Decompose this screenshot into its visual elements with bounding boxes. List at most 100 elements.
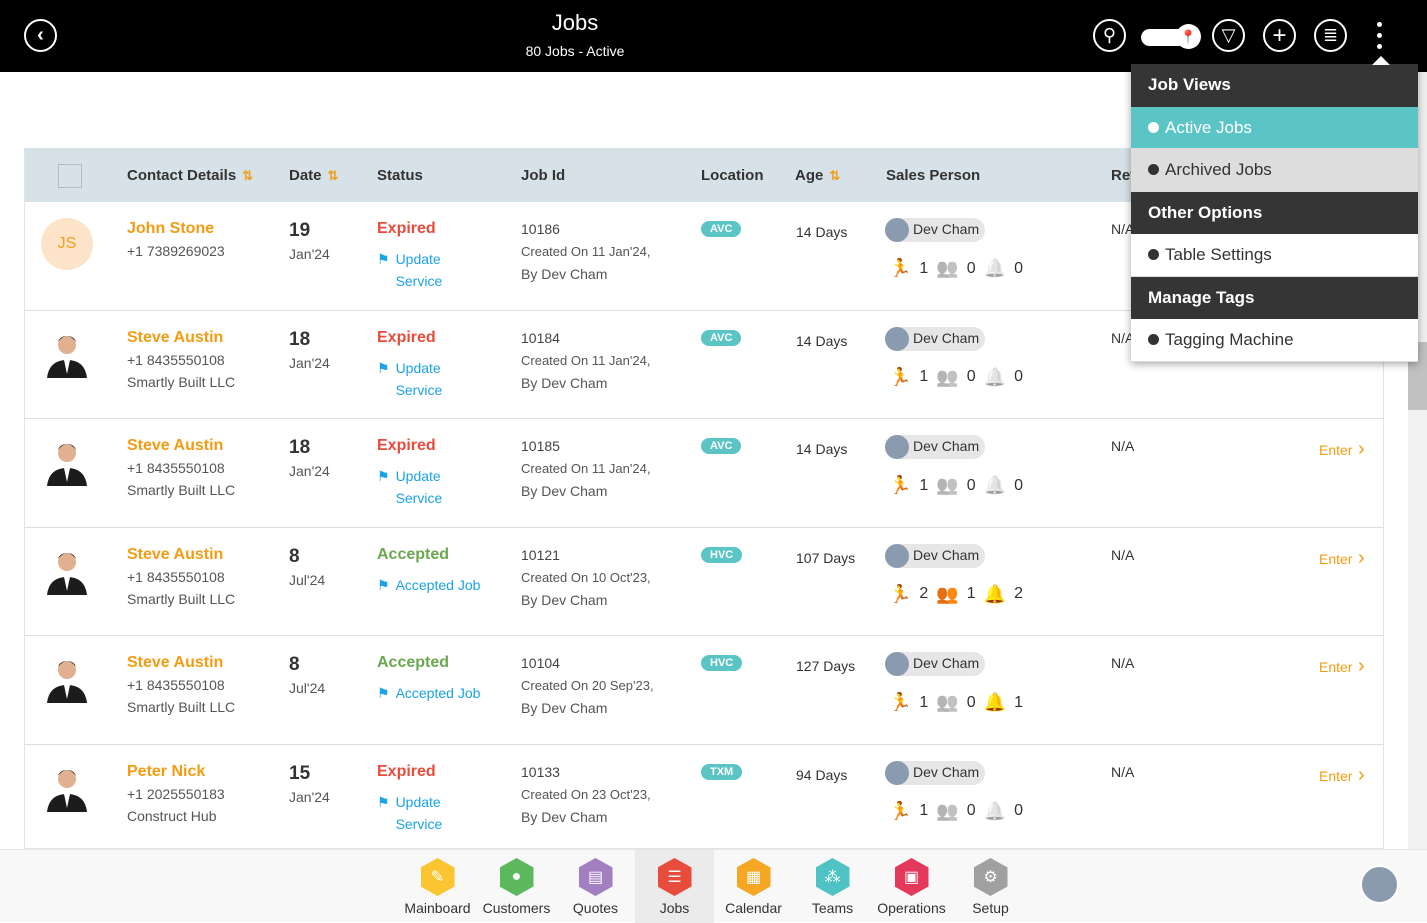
nav-item-jobs[interactable]: ☰ Jobs [635, 850, 714, 923]
job-stats: 🏃 1 👥 0 🔔 1 [889, 692, 1023, 713]
nav-item-mainboard[interactable]: ✎ Mainboard [398, 850, 477, 923]
stat-count: 0 [1014, 259, 1023, 277]
nav-item-setup[interactable]: ⚙ Setup [951, 850, 1030, 923]
add-icon[interactable]: + [1263, 19, 1296, 52]
nav-item-quotes[interactable]: ▤ Quotes [556, 850, 635, 923]
sales-person-name: Dev Cham [913, 221, 980, 237]
job-age: 14 Days [796, 332, 848, 349]
status-action-link[interactable]: ⚑ Update Service [377, 791, 446, 835]
sales-person-chip[interactable]: Dev Cham [885, 760, 986, 785]
more-options-icon[interactable] [1377, 22, 1383, 55]
job-id[interactable]: 10185 [521, 438, 560, 454]
meetings-icon[interactable]: 👥 [936, 367, 958, 388]
job-id[interactable]: 10133 [521, 764, 560, 780]
alerts-icon[interactable]: 🔔 [984, 258, 1006, 279]
meetings-icon[interactable]: 👥 [936, 475, 958, 496]
visits-icon[interactable]: 🏃 [889, 584, 911, 605]
customers-icon: ● [499, 858, 534, 896]
menu-item-active-jobs[interactable]: Active Jobs [1131, 106, 1418, 149]
menu-item-table-settings[interactable]: Table Settings [1131, 234, 1418, 277]
map-toggle[interactable]: 📍 [1141, 24, 1201, 49]
action-label: Update Service [395, 251, 443, 289]
col-age[interactable]: Age ⇅ [795, 167, 840, 184]
meetings-icon[interactable]: 👥 [936, 258, 958, 279]
stat-count: 2 [919, 585, 929, 602]
meetings-icon[interactable]: 👥 [936, 584, 958, 605]
visits-icon[interactable]: 🏃 [889, 692, 911, 713]
visits-icon[interactable]: 🏃 [889, 801, 911, 822]
location-badge: AVC [701, 329, 742, 346]
status-action-link[interactable]: ⚑ Update Service [377, 357, 446, 401]
search-icon[interactable]: ⚲ [1093, 19, 1126, 52]
contact-name[interactable]: Peter Nick [127, 763, 205, 781]
nav-item-calendar[interactable]: ▦ Calendar [714, 850, 793, 923]
sales-person-avatar [885, 652, 909, 676]
alerts-icon[interactable]: 🔔 [984, 584, 1006, 605]
filter-icon[interactable]: ▽ [1212, 19, 1245, 52]
alerts-icon[interactable]: 🔔 [984, 692, 1006, 713]
date-day: 15 [289, 762, 311, 784]
job-id[interactable]: 10186 [521, 221, 560, 237]
contact-name[interactable]: Steve Austin [127, 329, 223, 347]
nav-item-operations[interactable]: ▣ Operations [872, 850, 951, 923]
alerts-icon[interactable]: 🔔 [984, 801, 1006, 822]
user-avatar[interactable] [1360, 865, 1399, 904]
job-stats: 🏃 1 👥 0 🔔 0 [889, 801, 1023, 822]
meetings-icon[interactable]: 👥 [936, 801, 958, 822]
action-label: Update Service [395, 468, 443, 506]
stat-count: 1 [919, 802, 929, 819]
chevron-right-icon: › [1352, 546, 1365, 569]
stat-count: 0 [1014, 368, 1023, 385]
sales-person-chip[interactable]: Dev Cham [885, 652, 986, 676]
menu-item-tagging-machine[interactable]: Tagging Machine [1131, 319, 1418, 362]
chevron-right-icon: › [1352, 438, 1365, 460]
date-month: Jan'24 [289, 354, 330, 371]
contact-name[interactable]: Steve Austin [127, 654, 223, 672]
menu-item-archived-jobs[interactable]: Archived Jobs [1131, 149, 1418, 192]
alerts-icon[interactable]: 🔔 [984, 475, 1006, 496]
contact-name[interactable]: John Stone [127, 220, 214, 238]
nav-item-teams[interactable]: ⁂ Teams [793, 850, 872, 923]
sales-person-chip[interactable]: Dev Cham [885, 435, 986, 459]
date-month: Jul'24 [289, 680, 326, 696]
created-on: Created On 11 Jan'24, [521, 352, 651, 368]
nav-label: Jobs [659, 900, 690, 916]
enter-link[interactable]: Enter › [1319, 547, 1365, 570]
flag-icon: ⚑ [377, 685, 390, 701]
select-all-checkbox[interactable] [58, 164, 82, 188]
enter-link[interactable]: Enter › [1319, 655, 1365, 678]
status-action-link[interactable]: ⚑ Update Service [377, 248, 446, 292]
location-badge: AVC [701, 438, 742, 454]
created-by: By Dev Cham [521, 808, 608, 825]
status-action-link[interactable]: ⚑ Accepted Job [377, 574, 480, 596]
sales-person-chip[interactable]: Dev Cham [885, 218, 986, 242]
visits-icon[interactable]: 🏃 [889, 367, 911, 388]
col-date[interactable]: Date ⇅ [289, 167, 338, 184]
table-row: Steve Austin +1 8435550108 Smartly Built L… [25, 528, 1383, 636]
contact-name[interactable]: Steve Austin [127, 546, 223, 564]
status-label: Expired [377, 437, 436, 454]
visits-icon[interactable]: 🏃 [889, 475, 911, 496]
col-status: Status [377, 167, 423, 184]
enter-link[interactable]: Enter › [1319, 764, 1365, 787]
sales-person-chip[interactable]: Dev Cham [885, 326, 986, 351]
stat-count: 1 [1014, 693, 1023, 711]
date-day: 19 [289, 220, 311, 241]
contact-name[interactable]: Steve Austin [127, 437, 223, 455]
job-id[interactable]: 10121 [521, 547, 560, 563]
nav-item-customers[interactable]: ● Customers [477, 850, 556, 923]
visits-icon[interactable]: 🏃 [889, 258, 911, 279]
sales-person-chip[interactable]: Dev Cham [885, 543, 986, 568]
status-action-link[interactable]: ⚑ Update Service [377, 465, 446, 509]
sales-person-avatar [885, 326, 909, 351]
contact-company: Construct Hub [127, 807, 217, 824]
meetings-icon[interactable]: 👥 [936, 692, 958, 713]
enter-link[interactable]: Enter › [1319, 438, 1365, 461]
col-contact-details[interactable]: Contact Details ⇅ [127, 167, 253, 184]
job-id[interactable]: 10184 [521, 330, 560, 346]
alerts-icon[interactable]: 🔔 [984, 367, 1006, 388]
list-view-icon[interactable]: ≣ [1314, 19, 1347, 52]
sales-person-name: Dev Cham [913, 546, 980, 563]
status-action-link[interactable]: ⚑ Accepted Job [377, 682, 480, 704]
job-id[interactable]: 10104 [521, 655, 560, 671]
